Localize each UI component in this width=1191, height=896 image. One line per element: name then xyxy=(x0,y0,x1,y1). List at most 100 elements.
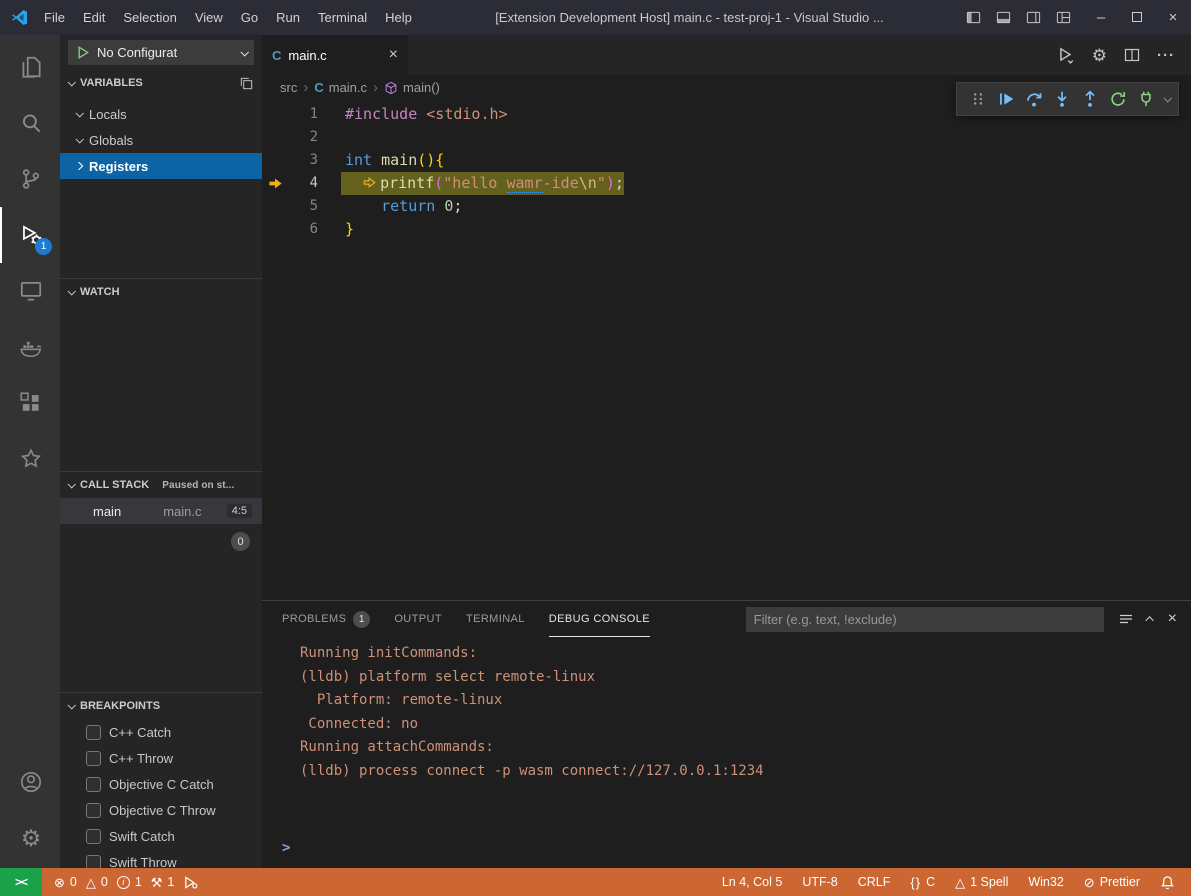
status-spell-checker[interactable]: △1 Spell xyxy=(955,875,1008,889)
variables-item-locals[interactable]: Locals xyxy=(60,101,262,127)
status-warnings[interactable]: △0 xyxy=(86,875,108,889)
status-eol[interactable]: CRLF xyxy=(858,875,891,889)
breakpoint-checkbox[interactable] xyxy=(86,751,101,766)
status-prettier[interactable]: ⊘Prettier xyxy=(1084,875,1140,889)
gripper-icon[interactable] xyxy=(965,86,991,112)
debug-toolbar-chevron-icon[interactable] xyxy=(1163,94,1171,102)
code-line-5[interactable]: 5 return 0; xyxy=(262,195,1191,218)
toggle-sidebar-icon[interactable] xyxy=(966,10,981,25)
glyph-margin[interactable] xyxy=(262,218,288,241)
activity-docker[interactable] xyxy=(0,319,60,375)
panel-tab-debug-console[interactable]: DEBUG CONSOLE xyxy=(549,601,650,637)
breakpoint-row[interactable]: Swift Throw xyxy=(60,849,262,868)
glyph-margin[interactable] xyxy=(262,126,288,149)
menu-selection[interactable]: Selection xyxy=(114,0,185,35)
menu-edit[interactable]: Edit xyxy=(74,0,114,35)
restart-icon[interactable] xyxy=(1105,86,1131,112)
minimize-button[interactable]: – xyxy=(1083,0,1119,35)
breakpoint-row[interactable]: C++ Catch xyxy=(60,719,262,745)
more-actions-icon[interactable]: ··· xyxy=(1157,47,1175,64)
status-encoding[interactable]: UTF-8 xyxy=(802,875,837,889)
tab-main.c[interactable]: Cmain.c× xyxy=(262,35,408,75)
activity-extensions[interactable] xyxy=(0,375,60,431)
activity-account[interactable] xyxy=(0,754,60,810)
status-platform[interactable]: Win32 xyxy=(1028,875,1063,889)
activity-remote-explorer[interactable] xyxy=(0,263,60,319)
disconnect-icon[interactable] xyxy=(1133,86,1159,112)
variables-item-globals[interactable]: Globals xyxy=(60,127,262,153)
close-button[interactable]: × xyxy=(1155,0,1191,35)
debug-console-output[interactable]: Running initCommands:(lldb) platform sel… xyxy=(262,637,1191,868)
code-editor[interactable]: 1#include <stdio.h>23int main(){4 printf… xyxy=(262,100,1191,600)
activity-explorer[interactable] xyxy=(0,39,60,95)
breakpoint-row[interactable]: C++ Throw xyxy=(60,745,262,771)
menu-view[interactable]: View xyxy=(186,0,232,35)
continue-icon[interactable] xyxy=(993,86,1019,112)
toggle-panel-icon[interactable] xyxy=(996,10,1011,25)
collapse-all-icon[interactable] xyxy=(239,76,254,91)
code-line-2[interactable]: 2 xyxy=(262,126,1191,149)
breakpoint-checkbox[interactable] xyxy=(86,725,101,740)
variables-header[interactable]: VARIABLES xyxy=(60,70,262,96)
breakpoint-checkbox[interactable] xyxy=(86,829,101,844)
status-infos[interactable]: i1 xyxy=(117,875,142,889)
panel-tab-output[interactable]: OUTPUT xyxy=(394,601,442,637)
breadcrumb-item[interactable]: src xyxy=(280,80,297,95)
start-debug-icon[interactable] xyxy=(75,45,90,60)
breakpoint-checkbox[interactable] xyxy=(86,777,101,792)
activity-star[interactable] xyxy=(0,431,60,487)
panel-tab-problems[interactable]: PROBLEMS1 xyxy=(282,601,370,637)
variables-item-registers[interactable]: Registers xyxy=(60,153,262,179)
activity-search[interactable] xyxy=(0,95,60,151)
status-errors[interactable]: ⊗0 xyxy=(54,875,77,889)
activity-source-control[interactable] xyxy=(0,151,60,207)
remote-indicator[interactable]: >< xyxy=(0,868,42,896)
toggle-secondary-sidebar-icon[interactable] xyxy=(1026,10,1041,25)
status-debug[interactable] xyxy=(183,875,198,890)
maximize-panel-icon[interactable] xyxy=(1148,616,1154,622)
glyph-margin[interactable] xyxy=(262,149,288,172)
status-notifications[interactable] xyxy=(1160,875,1175,890)
breakpoint-row[interactable]: Swift Catch xyxy=(60,823,262,849)
activity-run-debug[interactable]: 1 xyxy=(0,207,60,263)
menu-terminal[interactable]: Terminal xyxy=(309,0,376,35)
run-dropdown-icon[interactable] xyxy=(1057,46,1075,64)
tab-close-icon[interactable]: × xyxy=(389,47,398,63)
status-language-mode[interactable]: {}C xyxy=(910,875,935,889)
glyph-margin[interactable] xyxy=(262,195,288,218)
status-tools[interactable]: ⚒1 xyxy=(151,875,175,889)
code-line-3[interactable]: 3int main(){ xyxy=(262,149,1191,172)
call-stack-header[interactable]: CALL STACK Paused on st... xyxy=(60,472,262,498)
menu-go[interactable]: Go xyxy=(232,0,267,35)
breadcrumb-item[interactable]: Cmain.c xyxy=(314,80,367,95)
panel-tab-terminal[interactable]: TERMINAL xyxy=(466,601,525,637)
menu-file[interactable]: File xyxy=(35,0,74,35)
maximize-button[interactable] xyxy=(1119,0,1155,35)
menu-help[interactable]: Help xyxy=(376,0,421,35)
split-editor-icon[interactable] xyxy=(1124,47,1140,63)
gear-icon[interactable]: ⚙ xyxy=(1092,47,1107,64)
step-into-icon[interactable] xyxy=(1049,86,1075,112)
console-lines-icon[interactable] xyxy=(1118,611,1134,627)
code-line-6[interactable]: 6} xyxy=(262,218,1191,241)
activity-settings-gear[interactable]: ⚙ xyxy=(0,810,60,866)
debug-config-select[interactable]: No Configurat xyxy=(68,40,254,65)
stack-frame-row[interactable]: main main.c 4:5 xyxy=(60,498,262,524)
customize-layout-icon[interactable] xyxy=(1056,10,1071,25)
breakpoints-header[interactable]: BREAKPOINTS xyxy=(60,693,262,719)
breakpoint-checkbox[interactable] xyxy=(86,803,101,818)
status-cursor-position[interactable]: Ln 4, Col 5 xyxy=(722,875,782,889)
menu-run[interactable]: Run xyxy=(267,0,309,35)
console-prompt[interactable]: > xyxy=(282,837,290,861)
breadcrumb-item[interactable]: main() xyxy=(384,80,440,95)
breakpoint-checkbox[interactable] xyxy=(86,855,101,869)
breakpoint-row[interactable]: Objective C Throw xyxy=(60,797,262,823)
watch-header[interactable]: WATCH xyxy=(60,279,262,305)
code-line-4[interactable]: 4 printf("hello wamr-ide\n"); xyxy=(262,172,1191,195)
step-out-icon[interactable] xyxy=(1077,86,1103,112)
current-line-arrow-icon[interactable] xyxy=(262,172,288,195)
console-filter-input[interactable] xyxy=(746,607,1104,632)
close-panel-icon[interactable]: × xyxy=(1168,611,1177,627)
breakpoint-row[interactable]: Objective C Catch xyxy=(60,771,262,797)
step-over-icon[interactable] xyxy=(1021,86,1047,112)
